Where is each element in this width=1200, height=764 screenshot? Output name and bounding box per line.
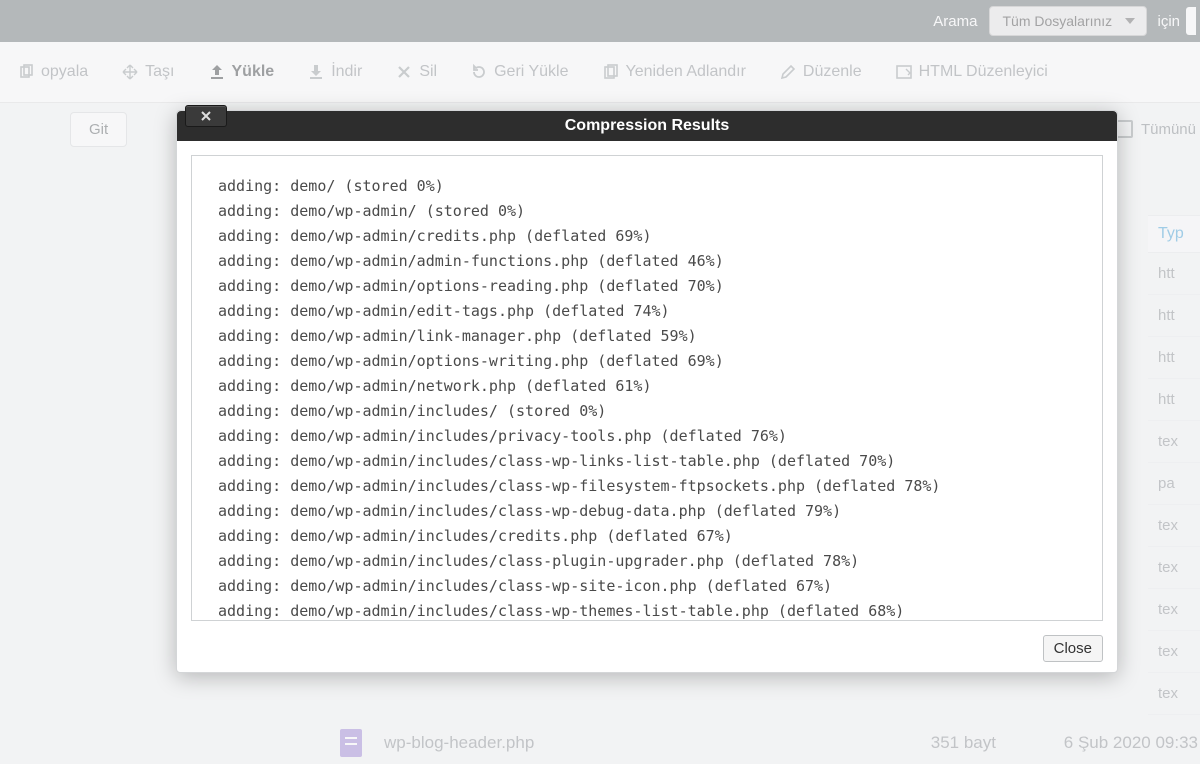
dialog-body: adding: demo/ (stored 0%) adding: demo/w… (177, 141, 1117, 635)
compression-results-dialog: Compression Results adding: demo/ (store… (176, 110, 1118, 673)
dialog-titlebar[interactable]: Compression Results (177, 111, 1117, 141)
dialog-footer: Close (177, 635, 1117, 672)
compression-log[interactable]: adding: demo/ (stored 0%) adding: demo/w… (191, 155, 1103, 621)
dialog-close-x[interactable] (185, 105, 227, 127)
close-icon (200, 110, 212, 122)
dialog-title: Compression Results (565, 117, 729, 134)
close-button[interactable]: Close (1043, 635, 1103, 662)
